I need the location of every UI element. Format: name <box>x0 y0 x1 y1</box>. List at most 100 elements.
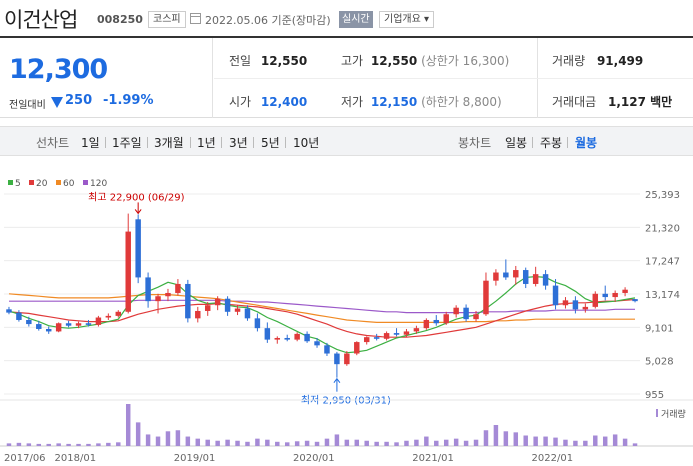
volume-bar <box>334 434 340 446</box>
y-tick-label: 21,320 <box>645 223 680 234</box>
volume-bar <box>205 439 210 446</box>
market-badge: 코스피 <box>148 11 186 28</box>
candle-body <box>6 309 12 313</box>
prev-close: 전일 12,550 <box>229 52 307 69</box>
volume-bar <box>145 434 151 446</box>
candle-body <box>513 270 519 278</box>
volume-bar <box>632 443 638 446</box>
candlestick-chart: 5 20 60 120 25,393 21,320 17,247 13,174 9,101 5,… <box>0 179 693 464</box>
candle-body <box>45 328 52 332</box>
price-grid: 25,393 21,320 17,247 13,174 9,101 5,028 955 <box>4 190 680 401</box>
trade-amount: 거래대금 1,127 백만 <box>552 93 672 110</box>
amount-value: 1,127 백만 <box>608 95 673 109</box>
candle-body <box>284 337 290 340</box>
candle-body <box>493 272 499 281</box>
candle-body <box>185 283 191 319</box>
x-tick-label: 2019/01 <box>174 453 216 464</box>
amount-label: 거래대금 <box>552 95 597 109</box>
realtime-button[interactable]: 실시간 <box>339 11 373 28</box>
candle-body <box>552 285 559 306</box>
volume-bar <box>404 440 409 446</box>
volume-value: 91,499 <box>596 54 644 68</box>
volume-bar <box>394 442 399 446</box>
x-tick-label: 2021/01 <box>412 453 454 464</box>
tab-monthly[interactable]: 월봉 <box>575 134 597 151</box>
volume-bar <box>66 443 71 446</box>
volume-bar <box>374 441 379 446</box>
candle-body <box>612 292 618 298</box>
candle-body <box>294 333 300 340</box>
candle-body <box>344 353 350 365</box>
x-tick-label: 2017/06 <box>4 453 46 464</box>
divider <box>532 137 533 148</box>
volume-bar <box>453 438 459 446</box>
volume-bar <box>165 431 171 446</box>
candle-body <box>214 298 221 306</box>
change-percent: -1.99% <box>103 93 154 108</box>
upper-limit: (상한가 16,300) <box>421 54 510 68</box>
candle-body <box>125 231 131 312</box>
stock-code: 008250 <box>97 13 143 26</box>
candle-body <box>592 293 599 307</box>
candle-body <box>244 308 251 319</box>
legend-swatch-120 <box>83 180 88 185</box>
tab-1y[interactable]: 1년 <box>197 134 216 151</box>
volume-bar <box>324 438 330 446</box>
ma120-line <box>9 299 635 314</box>
high-label: 고가 <box>341 54 364 68</box>
tab-5y[interactable]: 5년 <box>261 134 280 151</box>
company-overview-dropdown[interactable]: 기업개요 ▾ <box>379 11 434 28</box>
candle-body <box>622 289 628 293</box>
candle-body <box>443 314 449 324</box>
candle-body <box>373 337 380 339</box>
y-tick-label: 17,247 <box>645 257 680 268</box>
candle-body <box>483 280 489 315</box>
candle-body <box>254 318 261 329</box>
tab-1d[interactable]: 1일 <box>81 134 100 151</box>
candle-body <box>632 299 638 302</box>
volume-bar <box>76 443 81 446</box>
divider <box>253 137 254 148</box>
divider <box>147 137 148 148</box>
tab-1w[interactable]: 1주일 <box>112 134 142 151</box>
volume-bar <box>602 436 608 446</box>
volume-bar <box>86 443 91 446</box>
volume-bar <box>573 440 578 446</box>
low-value: 12,150 <box>370 95 418 109</box>
current-price-panel: 12,300 전일대비 250 -1.99% <box>0 38 213 118</box>
candle-body <box>26 319 32 325</box>
candle-body <box>532 274 539 284</box>
current-price: 12,300 <box>9 54 108 85</box>
tab-weekly[interactable]: 주봉 <box>540 134 562 151</box>
tab-3y[interactable]: 3년 <box>229 134 248 151</box>
candle-body <box>65 323 72 326</box>
y-tick-label: 9,101 <box>645 323 674 334</box>
volume-bar <box>225 439 230 446</box>
volume-bar <box>622 438 628 446</box>
candle-chart-label: 봉차트 <box>458 136 492 150</box>
candle-body <box>224 298 231 312</box>
candle-body <box>204 305 211 311</box>
volume-bar <box>46 443 51 446</box>
volume-bar <box>185 436 191 446</box>
open-label: 시가 <box>229 95 252 109</box>
lower-limit: (하한가 8,800) <box>421 95 502 109</box>
volume-bar <box>314 441 320 446</box>
x-tick-label: 2022/01 <box>532 453 574 464</box>
volume-bar <box>364 440 369 446</box>
tab-10y[interactable]: 10년 <box>293 134 319 151</box>
volume-bar <box>275 441 280 446</box>
candle-body <box>393 333 400 335</box>
divider <box>285 137 286 148</box>
volume-bars: 거래량 <box>0 399 693 447</box>
ma20-line <box>8 298 636 338</box>
candle-body <box>304 333 310 342</box>
volume-bar <box>424 436 429 446</box>
volume-bar <box>175 430 181 446</box>
volume-bar <box>96 443 101 446</box>
tab-daily[interactable]: 일봉 <box>505 134 527 151</box>
prev-close-value: 12,550 <box>260 54 308 68</box>
tab-3m[interactable]: 3개월 <box>154 134 184 151</box>
low-price: 저가 12,150 (하한가 8,800) <box>341 93 502 110</box>
candle-body <box>195 310 201 319</box>
